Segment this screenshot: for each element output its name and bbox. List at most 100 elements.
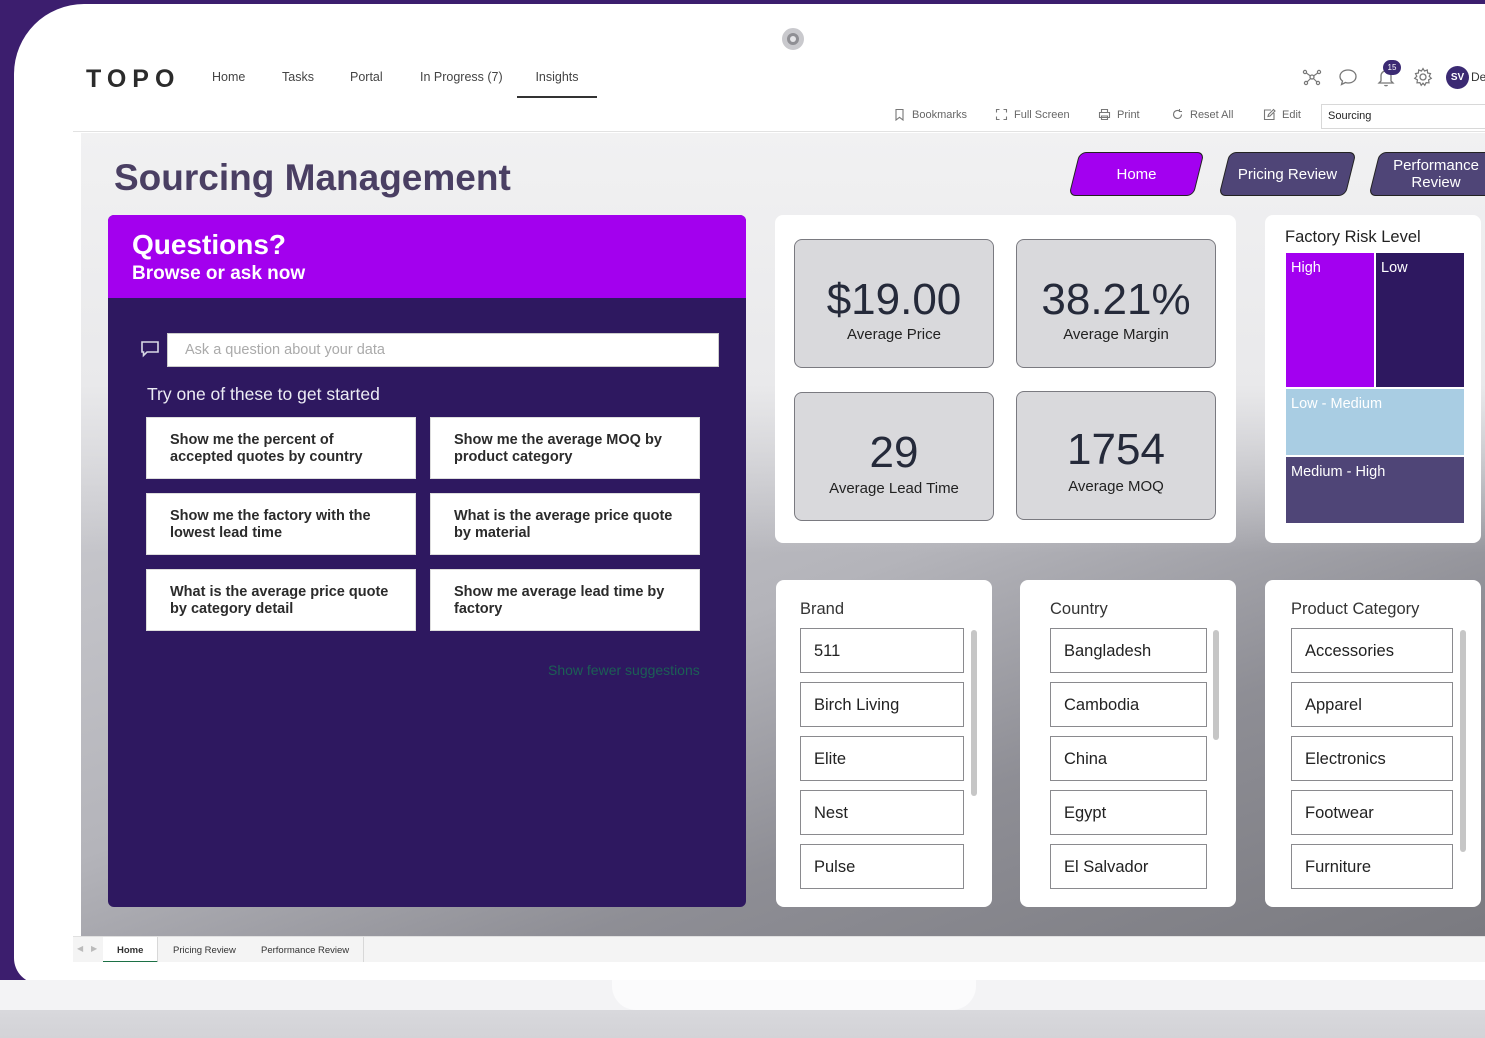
slicer-scrollbar[interactable] xyxy=(1460,630,1466,852)
nav-portal[interactable]: Portal xyxy=(350,70,383,84)
page-tab-home[interactable]: Home xyxy=(103,937,159,962)
top-nav: TOPO Home Tasks Portal In Progress (7) I… xyxy=(73,58,1485,100)
slicer-item[interactable]: Bangladesh xyxy=(1050,628,1207,673)
print-button[interactable]: Print xyxy=(1098,108,1140,121)
kpi-average-moq[interactable]: 1754 Average MOQ xyxy=(1016,391,1216,520)
home-nav-button[interactable]: Home xyxy=(1074,152,1199,196)
kpi-value: 1754 xyxy=(1067,425,1165,474)
performance-review-nav-button[interactable]: Performance Review xyxy=(1374,152,1485,196)
factory-risk-treemap: Factory Risk Level High Low Low - Medium… xyxy=(1265,215,1481,543)
slicer-title: Country xyxy=(1050,600,1108,618)
slicer-item[interactable]: 511 xyxy=(800,628,964,673)
nav-insights[interactable]: Insights xyxy=(517,70,597,98)
chat-icon[interactable] xyxy=(1337,66,1359,88)
slicer-item[interactable]: Birch Living xyxy=(800,682,964,727)
kpi-label: Average Price xyxy=(847,326,941,343)
risk-tile-label: Low - Medium xyxy=(1291,396,1383,412)
edit-button[interactable]: Edit xyxy=(1263,108,1301,121)
qa-panel: Questions? Browse or ask now Try one of … xyxy=(108,215,746,907)
qa-try-label: Try one of these to get started xyxy=(147,384,380,404)
suggestion-button[interactable]: Show me average lead time by factory xyxy=(430,569,700,631)
full-screen-button[interactable]: Full Screen xyxy=(995,108,1070,121)
slicer-item[interactable]: Apparel xyxy=(1291,682,1453,727)
expand-icon xyxy=(995,108,1008,121)
workspace-select[interactable]: Sourcing xyxy=(1321,104,1485,129)
network-icon[interactable] xyxy=(1301,66,1323,88)
nav-home[interactable]: Home xyxy=(212,70,245,84)
edit-icon xyxy=(1263,108,1276,121)
kpi-value: $19.00 xyxy=(826,275,962,324)
show-fewer-suggestions-link[interactable]: Show fewer suggestions xyxy=(548,662,700,678)
kpi-label: Average MOQ xyxy=(1068,478,1164,495)
risk-tile-low[interactable]: Low xyxy=(1376,253,1464,387)
bookmarks-button[interactable]: Bookmarks xyxy=(893,108,967,121)
edit-label: Edit xyxy=(1282,108,1301,121)
risk-tile-high[interactable]: High xyxy=(1286,253,1374,387)
page-title: Sourcing Management xyxy=(114,157,511,198)
reset-icon xyxy=(1172,109,1183,120)
kpi-average-margin[interactable]: 38.21% Average Margin xyxy=(1016,239,1216,368)
slicer-item[interactable]: Elite xyxy=(800,736,964,781)
bookmark-icon xyxy=(895,108,904,121)
qa-header: Questions? Browse or ask now xyxy=(108,215,746,298)
suggestion-button[interactable]: What is the average price quote by mater… xyxy=(430,493,700,555)
product-category-slicer: Product Category Accessories Apparel Ele… xyxy=(1265,580,1481,907)
full-screen-label: Full Screen xyxy=(1014,108,1070,121)
pricing-review-nav-label: Pricing Review xyxy=(1237,165,1338,183)
slicer-item[interactable]: Electronics xyxy=(1291,736,1453,781)
report-toolbar: Bookmarks Full Screen Print Reset All Ed… xyxy=(73,100,1485,132)
risk-tile-label: Medium - High xyxy=(1291,464,1386,480)
slicer-item[interactable]: Cambodia xyxy=(1050,682,1207,727)
slicer-item[interactable]: Accessories xyxy=(1291,628,1453,673)
printer-icon xyxy=(1098,108,1111,121)
gear-icon[interactable] xyxy=(1412,66,1434,88)
slicer-scrollbar[interactable] xyxy=(1213,630,1219,740)
tab-next-icon[interactable]: ▶ xyxy=(91,944,97,953)
bookmarks-label: Bookmarks xyxy=(912,108,968,121)
reset-all-label: Reset All xyxy=(1190,108,1234,121)
qa-title: Questions? xyxy=(132,229,287,260)
suggestion-button[interactable]: Show me the average MOQ by product categ… xyxy=(430,417,700,479)
pricing-review-nav-button[interactable]: Pricing Review xyxy=(1224,152,1351,196)
nav-tasks[interactable]: Tasks xyxy=(282,70,314,84)
slicer-scrollbar[interactable] xyxy=(971,630,977,796)
slicer-item[interactable]: Egypt xyxy=(1050,790,1207,835)
performance-review-nav-label: Performance Review xyxy=(1393,157,1479,191)
report-canvas: Sourcing Management Home Pricing Review … xyxy=(81,133,1485,936)
suggestion-button[interactable]: Show me the factory with the lowest lead… xyxy=(146,493,416,555)
brand-slicer: Brand 511 Birch Living Elite Nest Pulse xyxy=(776,580,992,907)
risk-tile-label: High xyxy=(1291,260,1321,276)
risk-title: Factory Risk Level xyxy=(1285,228,1421,246)
slicer-item[interactable]: Footwear xyxy=(1291,790,1453,835)
slicer-title: Product Category xyxy=(1291,600,1420,618)
risk-tile-medium-high[interactable]: Medium - High xyxy=(1286,457,1464,523)
kpi-label: Average Margin xyxy=(1063,326,1169,343)
kpi-average-price[interactable]: $19.00 Average Price xyxy=(794,239,994,368)
risk-tile-low-medium[interactable]: Low - Medium xyxy=(1286,389,1464,455)
nav-in-progress[interactable]: In Progress (7) xyxy=(420,70,503,84)
slicer-item[interactable]: Pulse xyxy=(800,844,964,889)
qa-question-input[interactable] xyxy=(167,333,719,367)
user-name[interactable]: De xyxy=(1471,70,1485,84)
slicer-item[interactable]: China xyxy=(1050,736,1207,781)
suggestion-button[interactable]: Show me the percent of accepted quotes b… xyxy=(146,417,416,479)
slicer-item[interactable]: Nest xyxy=(800,790,964,835)
slicer-item[interactable]: Furniture xyxy=(1291,844,1453,889)
chat-bubble-icon xyxy=(141,341,159,358)
kpi-value: 29 xyxy=(869,428,919,477)
kpi-average-lead-time[interactable]: 29 Average Lead Time xyxy=(794,392,994,521)
suggestion-button[interactable]: What is the average price quote by categ… xyxy=(146,569,416,631)
page-tab-pricing-review[interactable]: Pricing Review xyxy=(159,937,251,962)
tab-prev-icon[interactable]: ◀ xyxy=(77,944,83,953)
notification-badge: 15 xyxy=(1383,60,1401,75)
slicer-title: Brand xyxy=(800,600,845,618)
app-window: TOPO Home Tasks Portal In Progress (7) I… xyxy=(73,58,1485,962)
camera-icon xyxy=(782,28,804,50)
user-avatar[interactable]: SV xyxy=(1446,66,1469,89)
page-tab-performance-review[interactable]: Performance Review xyxy=(247,937,365,962)
slicer-item[interactable]: El Salvador xyxy=(1050,844,1207,889)
qa-subtitle: Browse or ask now xyxy=(132,263,306,284)
kpi-value: 38.21% xyxy=(1041,275,1191,324)
reset-all-button[interactable]: Reset All xyxy=(1171,108,1233,121)
home-nav-label: Home xyxy=(1116,165,1157,183)
